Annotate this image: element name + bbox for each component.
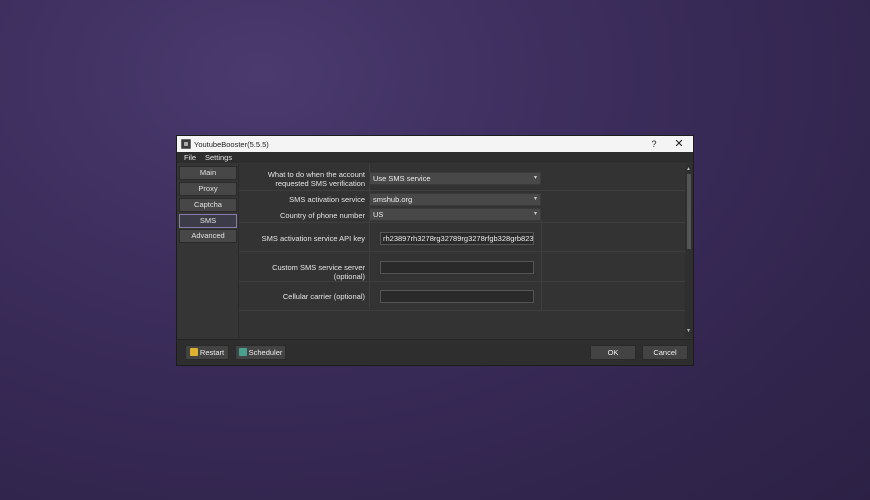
when-verify-label: What to do when the account requested SM…	[249, 170, 365, 188]
carrier-input[interactable]	[380, 290, 534, 303]
settings-nav: Main Proxy Captcha SMS Advanced	[177, 164, 238, 338]
scroll-thumb[interactable]	[687, 174, 691, 249]
column-divider-right	[541, 220, 542, 310]
scheduler-label: Scheduler	[248, 348, 283, 357]
vertical-scrollbar[interactable]: ▲ ▼	[685, 164, 693, 338]
scheduler-button[interactable]: Scheduler	[235, 345, 286, 360]
column-divider	[369, 164, 370, 309]
carrier-label: Cellular carrier (optional)	[282, 292, 365, 301]
ok-button[interactable]: OK	[590, 345, 636, 360]
custom-server-label: Custom SMS service server (optional)	[272, 263, 365, 281]
tab-main[interactable]: Main	[179, 166, 237, 180]
menu-settings[interactable]: Settings	[205, 153, 232, 162]
restart-label: Restart	[199, 348, 225, 357]
scroll-down-icon[interactable]: ▼	[686, 328, 691, 334]
when-verify-label-line1: What to do when the account	[267, 170, 365, 179]
row-divider	[239, 222, 686, 223]
tab-proxy[interactable]: Proxy	[179, 182, 237, 196]
app-icon	[181, 139, 191, 149]
scroll-up-icon[interactable]: ▲	[686, 166, 691, 172]
row-divider	[239, 310, 686, 311]
custom-server-input[interactable]	[380, 261, 534, 274]
when-verify-select[interactable]: Use SMS service ▾	[369, 172, 541, 185]
sms-settings-panel: What to do when the account requested SM…	[238, 164, 686, 338]
row-divider	[239, 251, 686, 252]
country-label: Country of phone number	[279, 211, 365, 220]
tab-advanced[interactable]: Advanced	[179, 229, 237, 243]
button-bar: Restart Scheduler OK Cancel	[177, 339, 693, 365]
chevron-down-icon: ▾	[533, 175, 537, 181]
when-verify-value: Use SMS service	[373, 174, 431, 183]
help-button[interactable]: ?	[647, 138, 661, 150]
tab-sms[interactable]: SMS	[179, 214, 237, 228]
country-select[interactable]: US ▾	[369, 208, 541, 221]
when-verify-label-line2: requested SMS verification	[275, 179, 365, 188]
row-divider	[239, 190, 686, 191]
cancel-button[interactable]: Cancel	[642, 345, 688, 360]
chevron-down-icon: ▾	[533, 196, 537, 202]
chevron-down-icon: ▾	[533, 211, 537, 217]
title-bar[interactable]: YoutubeBooster(5.5.5) ? ✕	[177, 136, 693, 152]
close-button[interactable]: ✕	[672, 138, 686, 150]
calendar-icon	[238, 348, 247, 356]
api-key-input[interactable]: rh23897rh3278rg32789rg3278rfgb328grb823	[380, 232, 534, 245]
restart-icon	[189, 348, 198, 356]
sms-service-select[interactable]: smshub.org ▾	[369, 193, 541, 206]
window-title: YoutubeBooster(5.5.5)	[194, 140, 269, 149]
menu-file[interactable]: File	[184, 153, 196, 162]
menu-bar: File Settings	[177, 152, 693, 163]
sms-service-value: smshub.org	[373, 195, 413, 204]
api-key-label: SMS activation service API key	[261, 234, 365, 243]
settings-window: YoutubeBooster(5.5.5) ? ✕ File Settings …	[176, 135, 694, 366]
sms-service-label: SMS activation service	[289, 195, 365, 204]
country-value: US	[373, 210, 384, 219]
row-divider	[239, 281, 686, 282]
tab-captcha[interactable]: Captcha	[179, 198, 237, 212]
restart-button[interactable]: Restart	[185, 345, 229, 360]
